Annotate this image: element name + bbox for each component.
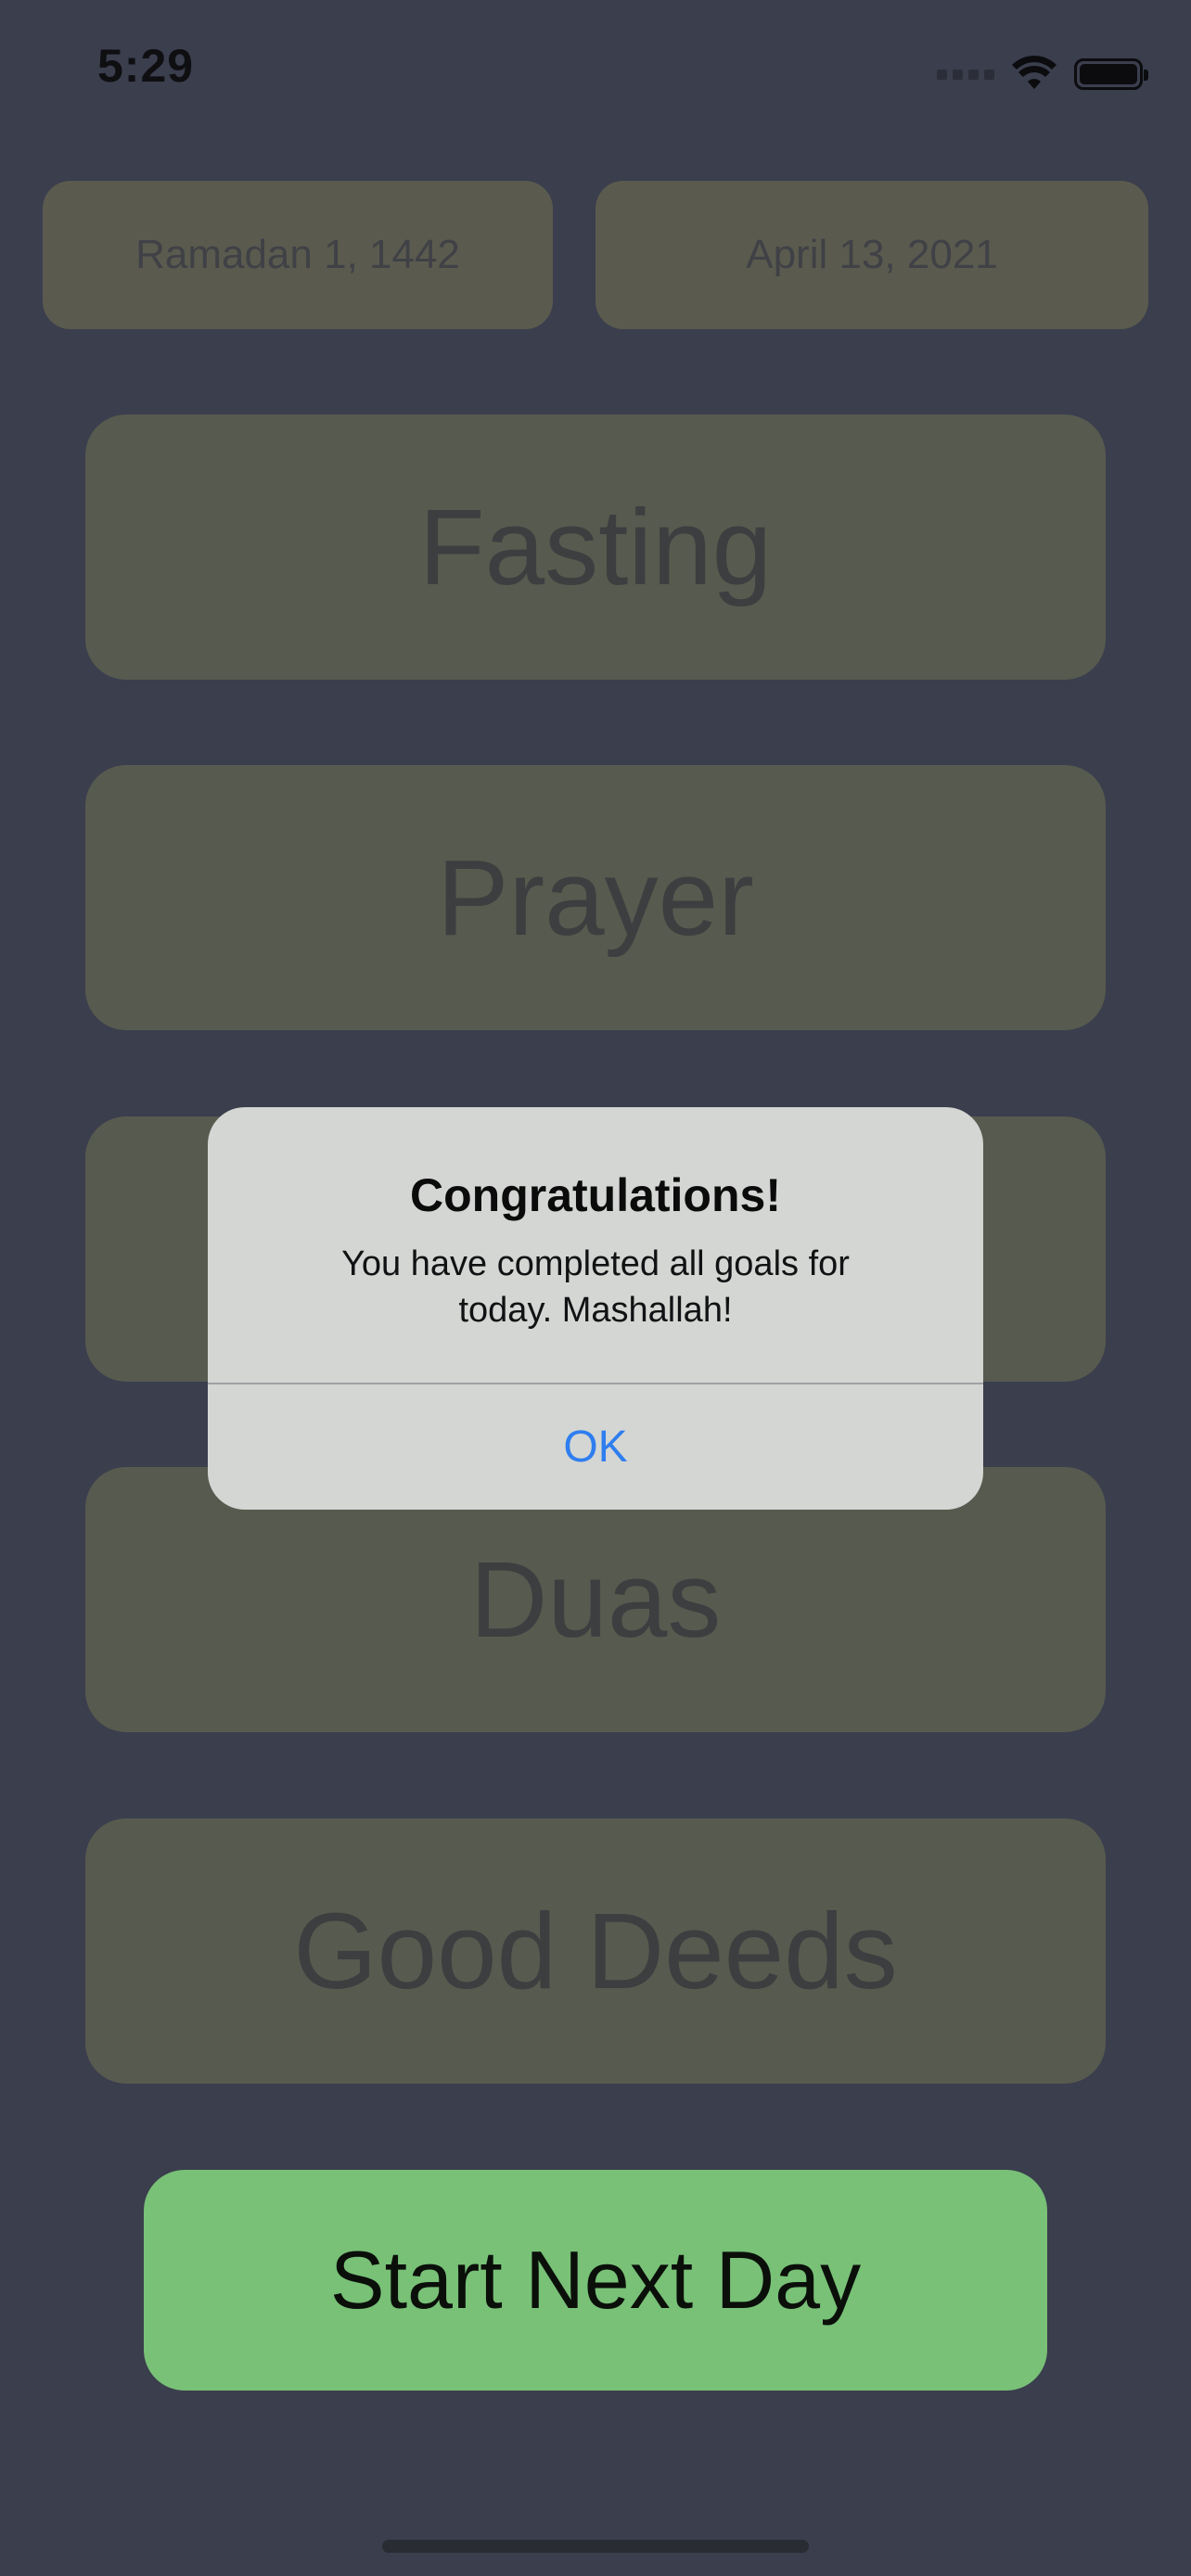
congratulations-alert: Congratulations! You have completed all … [208, 1107, 983, 1510]
goal-prayer-button[interactable]: Prayer [85, 765, 1106, 1030]
battery-icon [1074, 58, 1148, 90]
goal-good-deeds-button[interactable]: Good Deeds [85, 1818, 1106, 2084]
alert-title: Congratulations! [410, 1169, 781, 1221]
alert-message: You have completed all goals for today. … [341, 1244, 850, 1330]
cellular-signal-icon [937, 69, 994, 80]
wifi-icon [1012, 56, 1057, 89]
hijri-date: Ramadan 1, 1442 [43, 181, 553, 329]
status-time: 5:29 [97, 40, 195, 92]
status-icons [937, 46, 1148, 102]
alert-ok-button[interactable]: OK [208, 1384, 983, 1510]
home-indicator[interactable] [382, 2540, 809, 2553]
app-screen: 5:29 Ramadan 1, 1442 April 13, 2021 Fast… [0, 0, 1191, 2576]
goal-fasting-button[interactable]: Fasting [85, 414, 1106, 680]
gregorian-date: April 13, 2021 [596, 181, 1148, 329]
start-next-day-button[interactable]: Start Next Day [144, 2170, 1047, 2391]
